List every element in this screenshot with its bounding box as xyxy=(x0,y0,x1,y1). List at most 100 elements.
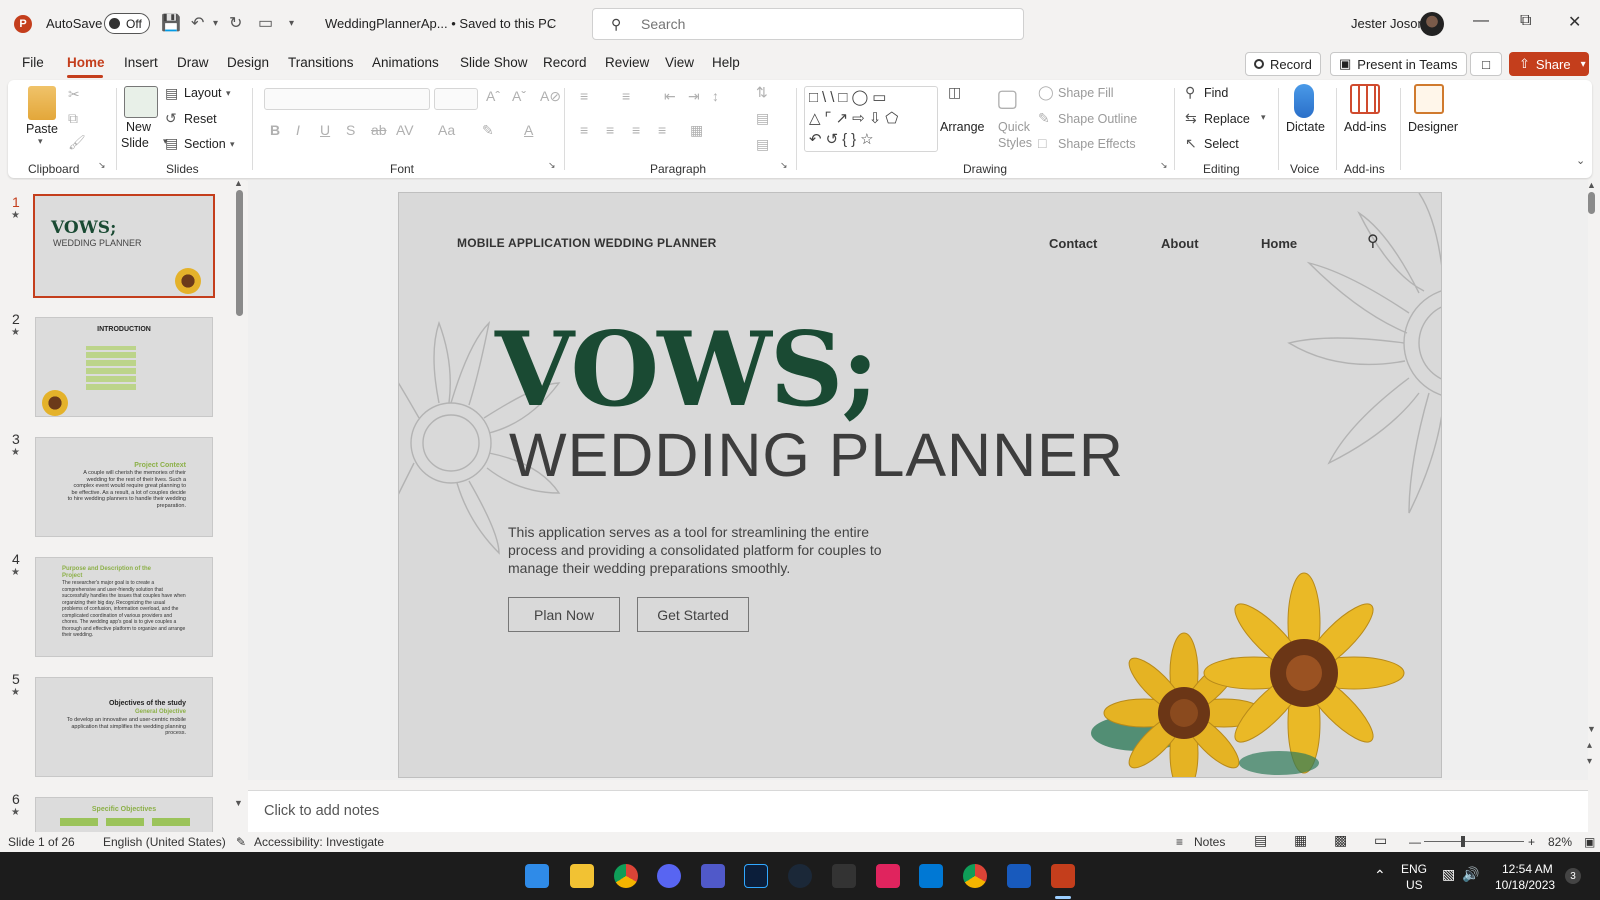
slide-thumbnail-1[interactable]: VOWS; WEDDING PLANNER xyxy=(33,194,215,298)
scroll-up-icon[interactable]: ▲ xyxy=(1587,180,1596,190)
scroll-down-icon[interactable]: ▼ xyxy=(234,798,243,808)
slide-thumbnail-5[interactable]: Objectives of the study General Objectiv… xyxy=(35,677,213,777)
share-button[interactable]: ⇧ Share ▾ xyxy=(1509,52,1589,76)
font-launcher-icon[interactable]: ↘ xyxy=(548,160,556,171)
save-icon[interactable]: 💾 xyxy=(161,13,181,33)
designer-icon[interactable] xyxy=(1414,84,1444,114)
tab-animations[interactable]: Animations xyxy=(372,55,439,70)
clock-date[interactable]: 10/18/2023 xyxy=(1495,878,1555,892)
replace-button[interactable]: Replace xyxy=(1204,112,1250,126)
valorant-icon[interactable] xyxy=(876,864,900,888)
quick-styles-icon[interactable]: ▢ xyxy=(996,84,1019,113)
file-explorer-icon[interactable] xyxy=(570,864,594,888)
tab-draw[interactable]: Draw xyxy=(177,55,209,70)
shape-fill-icon[interactable]: ◯ xyxy=(1038,84,1054,101)
smartart-icon[interactable]: ▤ xyxy=(756,136,769,153)
show-hidden-icons-icon[interactable]: ⌃ xyxy=(1374,867,1386,884)
quick-styles-button[interactable]: Quick xyxy=(998,120,1030,134)
paragraph-launcher-icon[interactable]: ↘ xyxy=(780,160,788,171)
section-icon[interactable]: ▤ xyxy=(165,135,178,152)
slide-thumbnail-3[interactable]: Project Context A couple will cherish th… xyxy=(35,437,213,537)
accessibility-status[interactable]: Accessibility: Investigate xyxy=(254,835,384,849)
tab-view[interactable]: View xyxy=(665,55,694,70)
align-left-icon[interactable]: ≡ xyxy=(580,122,588,138)
replace-dropdown-icon[interactable]: ▾ xyxy=(1261,112,1266,123)
cut-icon[interactable]: ✂ xyxy=(68,86,80,103)
tab-insert[interactable]: Insert xyxy=(124,55,158,70)
clear-formatting-icon[interactable]: A⊘ xyxy=(540,88,561,105)
slide-canvas[interactable]: MOBILE APPLICATION WEDDING PLANNER Conta… xyxy=(398,192,1442,778)
notes-pane[interactable]: Click to add notes xyxy=(248,790,1588,832)
notes-toggle[interactable]: Notes xyxy=(1194,835,1225,849)
new-slide-icon[interactable] xyxy=(124,86,158,118)
next-slide-icon[interactable]: ▾ xyxy=(1587,756,1592,767)
tab-design[interactable]: Design xyxy=(227,55,269,70)
accessibility-icon[interactable]: ✎ xyxy=(236,835,246,849)
clipboard-launcher-icon[interactable]: ↘ xyxy=(98,160,106,171)
bold-icon[interactable]: B xyxy=(270,122,280,138)
format-painter-icon[interactable]: 🖌 xyxy=(68,134,86,151)
word-icon[interactable] xyxy=(1007,864,1031,888)
slide-thumbnail-4[interactable]: Purpose and Description of the Project T… xyxy=(35,557,213,657)
dictate-button[interactable]: Dictate xyxy=(1286,120,1325,134)
collapse-ribbon-icon[interactable]: ⌄ xyxy=(1576,154,1585,167)
network-icon[interactable]: ▧ xyxy=(1442,866,1455,883)
slide-thumbnail-2[interactable]: INTRODUCTION xyxy=(35,317,213,417)
copy-icon[interactable]: ⧉ xyxy=(68,110,78,127)
teams-icon[interactable] xyxy=(701,864,725,888)
minimize-icon[interactable]: — xyxy=(1473,12,1489,30)
arrange-icon[interactable]: ◫ xyxy=(948,84,961,101)
keyboard-language-1[interactable]: ENG xyxy=(1401,862,1427,876)
designer-button[interactable]: Designer xyxy=(1408,120,1458,134)
editor-scrollbar[interactable]: ▲ ▼ ▴ ▾ xyxy=(1584,180,1600,780)
language-indicator[interactable]: English (United States) xyxy=(103,835,226,849)
volume-icon[interactable]: 🔊 xyxy=(1462,866,1479,883)
user-name[interactable]: Jester Joson xyxy=(1351,16,1425,31)
fit-to-window-icon[interactable]: ▣ xyxy=(1584,835,1595,849)
powerpoint-icon[interactable] xyxy=(1051,864,1075,888)
discord-icon[interactable] xyxy=(657,864,681,888)
select-icon[interactable]: ↖ xyxy=(1185,135,1197,152)
shapes-gallery[interactable]: □\\□◯▭ △⌜↗⇨⇩⬠ ↶↺{}☆ xyxy=(804,86,938,152)
paste-dropdown-icon[interactable]: ▾ xyxy=(38,136,43,147)
bullets-icon[interactable]: ≡ xyxy=(580,88,588,104)
align-text-icon[interactable]: ▤ xyxy=(756,110,769,127)
find-button[interactable]: Find xyxy=(1204,86,1228,100)
replace-icon[interactable]: ⇆ xyxy=(1185,110,1197,127)
tab-home[interactable]: Home xyxy=(67,55,105,70)
notes-placeholder[interactable]: Click to add notes xyxy=(264,803,379,819)
previous-slide-icon[interactable]: ▴ xyxy=(1587,740,1592,751)
slide-sorter-icon[interactable]: ▦ xyxy=(1294,832,1307,849)
comments-button[interactable]: □ xyxy=(1470,52,1502,76)
align-right-icon[interactable]: ≡ xyxy=(632,122,640,138)
highlight-icon[interactable]: ✎ xyxy=(482,122,494,139)
tab-file[interactable]: File xyxy=(22,55,44,70)
zoom-in-icon[interactable]: + xyxy=(1528,835,1535,849)
close-icon[interactable]: ✕ xyxy=(1568,12,1581,32)
layout-button[interactable]: Layout xyxy=(184,86,222,100)
notes-icon[interactable]: ≡ xyxy=(1176,835,1183,849)
shape-effects-icon[interactable]: □ xyxy=(1038,135,1046,151)
new-slide-label[interactable]: New xyxy=(126,120,151,134)
columns-icon[interactable]: ▦ xyxy=(690,122,703,139)
layout-dropdown-icon[interactable]: ▾ xyxy=(226,88,231,99)
redo-icon[interactable]: ↻ xyxy=(229,13,242,33)
reset-icon[interactable]: ↺ xyxy=(165,110,177,127)
clock-time[interactable]: 12:54 AM xyxy=(1502,862,1553,876)
increase-font-icon[interactable]: Aˆ xyxy=(486,88,500,104)
undo-dropdown-icon[interactable]: ▾ xyxy=(213,18,218,29)
shape-effects-button[interactable]: Shape Effects xyxy=(1058,137,1136,151)
paste-label[interactable]: Paste xyxy=(26,122,58,136)
keyboard-language-2[interactable]: US xyxy=(1406,878,1423,892)
layout-icon[interactable]: ▤ xyxy=(165,85,178,102)
increase-indent-icon[interactable]: ⇥ xyxy=(688,88,700,105)
thumbnail-scrollbar[interactable] xyxy=(236,190,243,316)
tab-transitions[interactable]: Transitions xyxy=(288,55,354,70)
strikethrough-icon[interactable]: ab xyxy=(371,122,387,138)
arrange-button[interactable]: Arrange xyxy=(940,120,984,134)
add-ins-icon[interactable] xyxy=(1350,84,1380,114)
undo-icon[interactable]: ↶ xyxy=(191,13,204,33)
character-spacing-icon[interactable]: AV xyxy=(396,122,414,138)
avatar[interactable] xyxy=(1420,12,1444,36)
search-box[interactable]: ⚲ xyxy=(592,8,1024,40)
